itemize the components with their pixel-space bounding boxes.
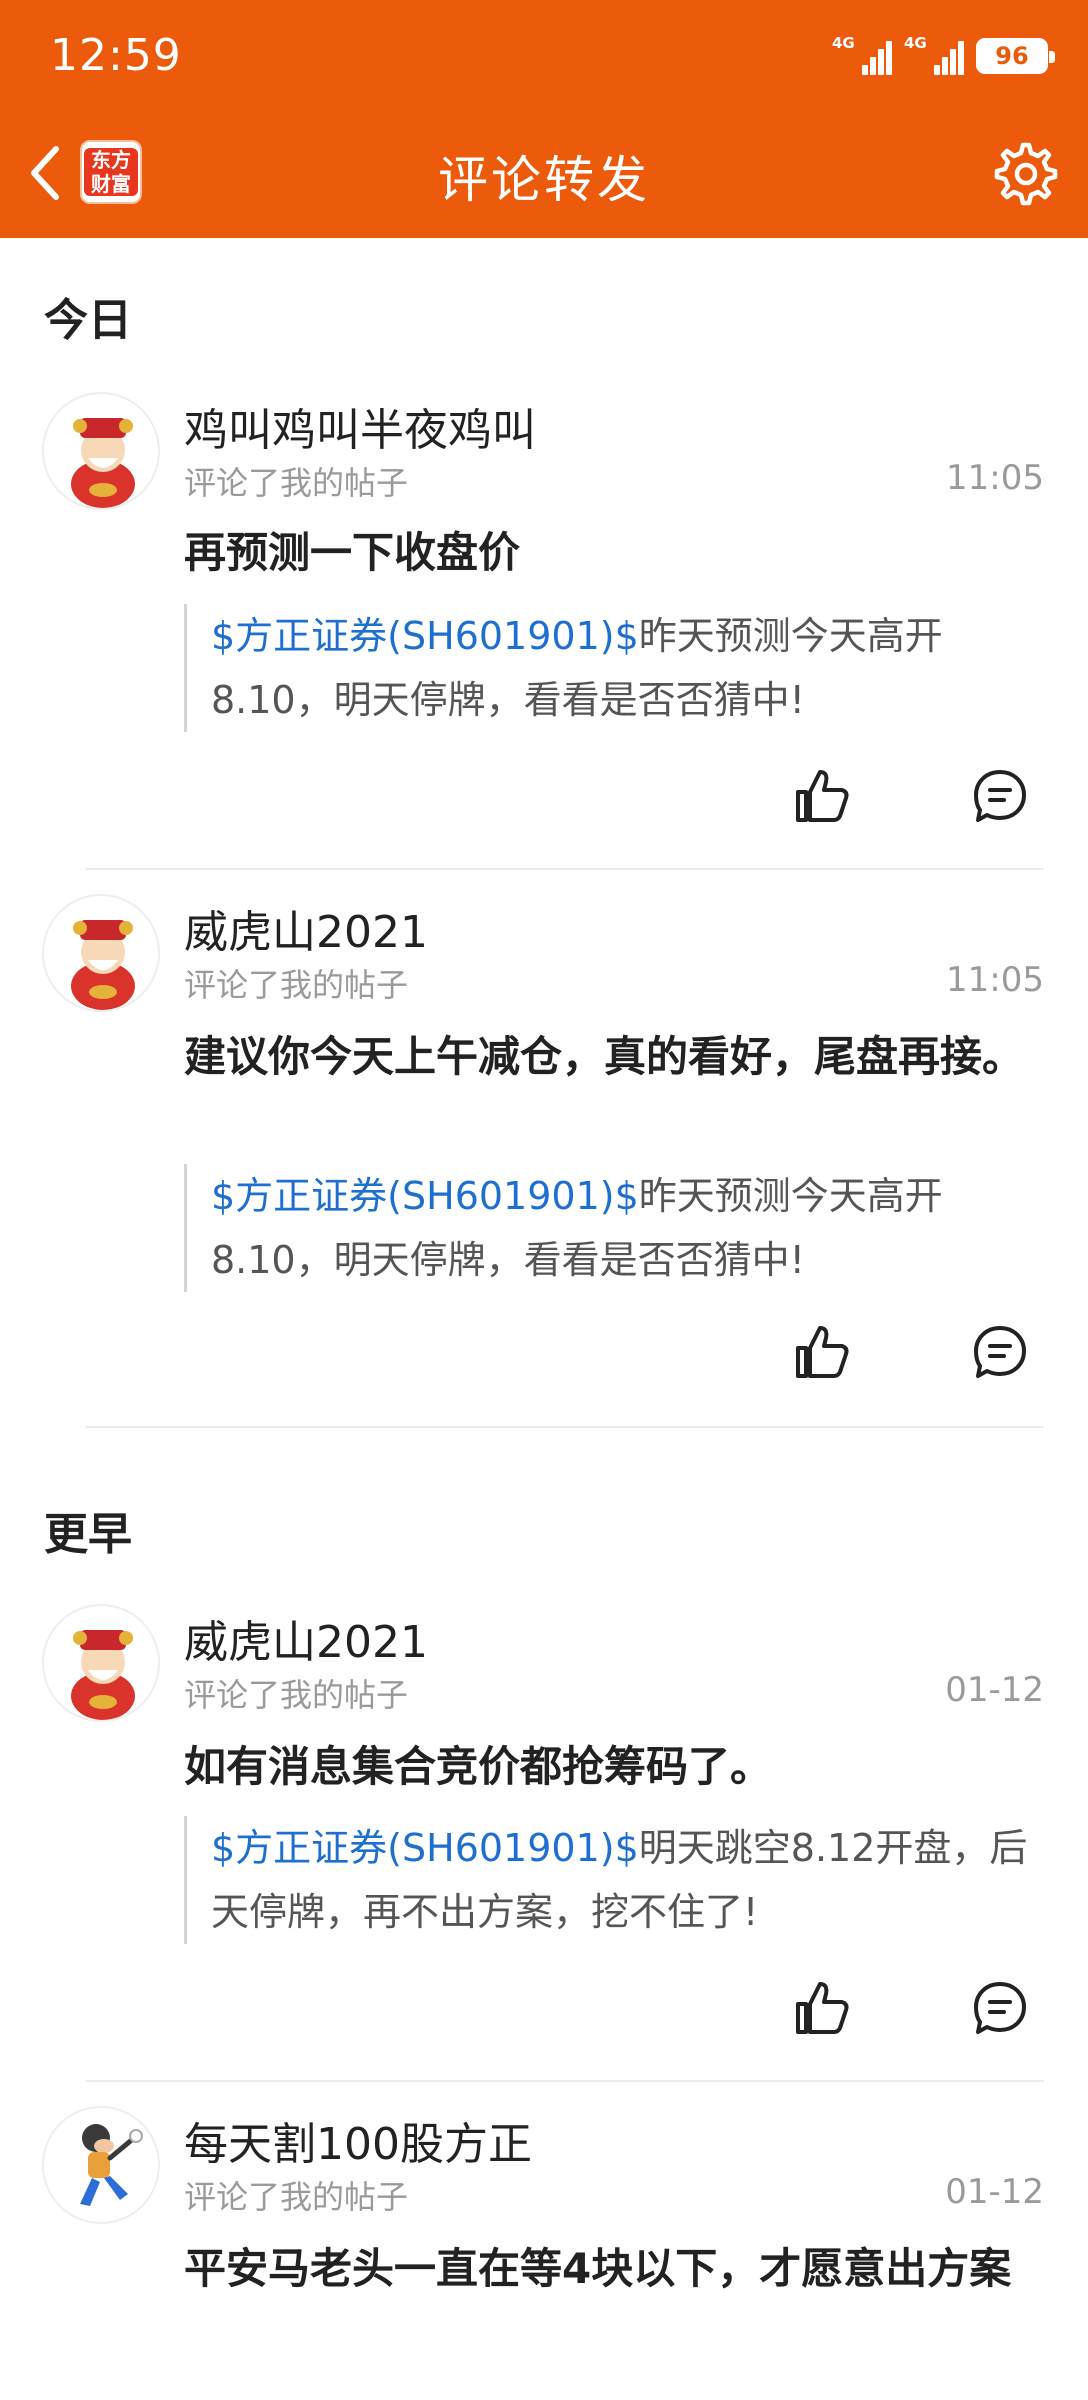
thumbs-up-icon bbox=[796, 770, 849, 822]
status-indicators: 4G 4G 96 bbox=[832, 34, 1055, 78]
settings-button[interactable] bbox=[992, 140, 1060, 208]
comment-card[interactable]: 鸡叫鸡叫半夜鸡叫 评论了我的帖子 11:05 再预测一下收盘价 $方正证券(SH… bbox=[0, 380, 1088, 870]
avatar[interactable] bbox=[42, 392, 160, 510]
signal-icon: 4G bbox=[832, 35, 892, 75]
comment-card[interactable]: 每天割100股方正 评论了我的帖子 01-12 平安马老头一直在等4块以下，才愿… bbox=[0, 2094, 1088, 2400]
reply-button[interactable] bbox=[970, 1322, 1030, 1382]
comment-card[interactable]: 威虎山2021 评论了我的帖子 11:05 建议你今天上午减仓，真的看好，尾盘再… bbox=[0, 882, 1088, 1422]
timestamp: 11:05 bbox=[946, 458, 1044, 498]
action-text: 评论了我的帖子 bbox=[184, 1676, 409, 1714]
divider bbox=[86, 1426, 1044, 1428]
gear-icon bbox=[994, 142, 1058, 206]
stock-link[interactable]: $方正证券(SH601901)$ bbox=[211, 614, 639, 658]
stock-link[interactable]: $方正证券(SH601901)$ bbox=[211, 1826, 639, 1870]
comment-bubble-icon bbox=[974, 770, 1026, 822]
divider bbox=[86, 868, 1044, 870]
like-button[interactable] bbox=[792, 766, 852, 826]
comment-text: 如有消息集合竞价都抢筹码了。 bbox=[184, 1742, 773, 1791]
cartoon-character-avatar-icon bbox=[80, 2124, 143, 2206]
comment-text: 再预测一下收盘价 bbox=[184, 528, 521, 577]
reply-button[interactable] bbox=[970, 1978, 1030, 2038]
fortune-god-avatar-icon bbox=[71, 920, 135, 1010]
avatar[interactable] bbox=[42, 2106, 160, 2224]
timestamp: 01-12 bbox=[945, 1670, 1044, 1710]
quoted-post[interactable]: $方正证券(SH601901)$昨天预测今天高开8.10，明天停牌，看看是否否猜… bbox=[184, 1164, 1044, 1292]
username[interactable]: 威虎山2021 bbox=[184, 1606, 428, 1670]
reply-button[interactable] bbox=[970, 766, 1030, 826]
comment-bubble-icon bbox=[974, 1982, 1026, 2034]
page-title: 评论转发 bbox=[438, 151, 650, 209]
avatar[interactable] bbox=[42, 894, 160, 1012]
divider bbox=[86, 2080, 1044, 2082]
app-header: 12:59 4G 4G 96 东方 财富 评论转发 bbox=[0, 0, 1088, 238]
like-button[interactable] bbox=[792, 1978, 852, 2038]
username[interactable]: 每天割100股方正 bbox=[184, 2108, 532, 2172]
section-title-today: 今日 bbox=[44, 295, 132, 346]
username[interactable]: 鸡叫鸡叫半夜鸡叫 bbox=[184, 394, 536, 458]
timestamp: 01-12 bbox=[945, 2172, 1044, 2212]
action-text: 评论了我的帖子 bbox=[184, 966, 409, 1004]
like-button[interactable] bbox=[792, 1322, 852, 1382]
username[interactable]: 威虎山2021 bbox=[184, 896, 428, 960]
stock-link[interactable]: $方正证券(SH601901)$ bbox=[211, 1174, 639, 1218]
comment-text: 建议你今天上午减仓，真的看好，尾盘再接。 bbox=[184, 1032, 1025, 1081]
status-time: 12:59 bbox=[50, 30, 182, 81]
avatar[interactable] bbox=[42, 1604, 160, 1722]
fortune-god-avatar-icon bbox=[71, 1630, 135, 1720]
timestamp: 11:05 bbox=[946, 960, 1044, 1000]
comment-bubble-icon bbox=[974, 1326, 1026, 1378]
comment-card[interactable]: 威虎山2021 评论了我的帖子 01-12 如有消息集合竞价都抢筹码了。 $方正… bbox=[0, 1592, 1088, 2082]
comment-text: 平安马老头一直在等4块以下，才愿意出方案 bbox=[184, 2244, 1012, 2293]
thumbs-up-icon bbox=[796, 1982, 849, 2034]
quoted-post[interactable]: $方正证券(SH601901)$昨天预测今天高开8.10，明天停牌，看看是否否猜… bbox=[184, 604, 1044, 732]
signal-icon: 4G bbox=[904, 35, 964, 75]
thumbs-up-icon bbox=[796, 1326, 849, 1378]
battery-icon: 96 bbox=[976, 38, 1055, 74]
action-text: 评论了我的帖子 bbox=[184, 464, 409, 502]
fortune-god-avatar-icon bbox=[71, 418, 135, 508]
section-title-earlier: 更早 bbox=[44, 1509, 132, 1560]
action-text: 评论了我的帖子 bbox=[184, 2178, 409, 2216]
quoted-post[interactable]: $方正证券(SH601901)$明天跳空8.12开盘，后天停牌，再不出方案，挖不… bbox=[184, 1816, 1044, 1944]
